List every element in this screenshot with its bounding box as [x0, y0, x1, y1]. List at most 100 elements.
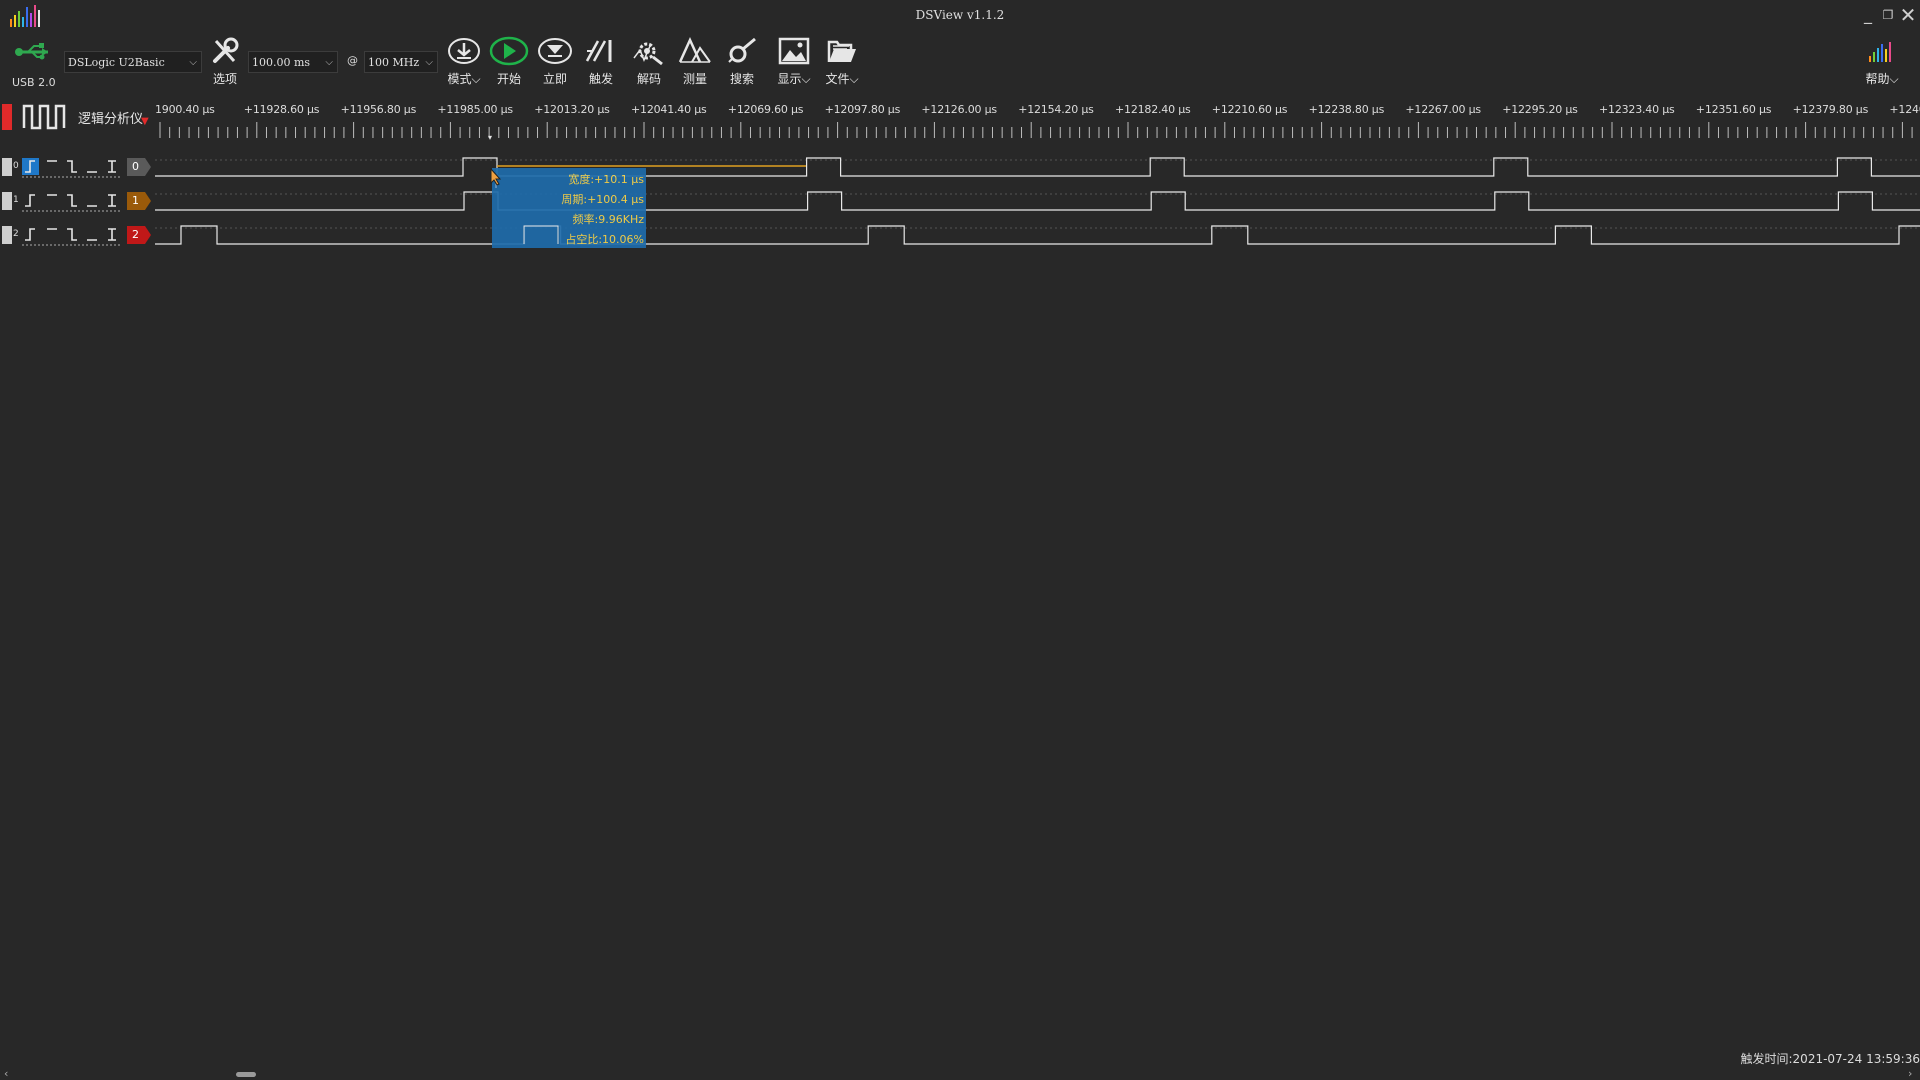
- chevron-down-icon: ⌵: [471, 72, 481, 86]
- ruler-label: +12041.40 μs: [631, 103, 707, 116]
- trigger-icon: [585, 40, 612, 62]
- ruler-label: +12069.60 μs: [727, 103, 804, 116]
- horizontal-scrollbar[interactable]: ‹ ›: [0, 1067, 1920, 1080]
- measure-frequency: 频率:9.96KHz: [572, 213, 644, 226]
- toolbar: USB 2.0 DSLogic U2Basic ⌵ 选项 100.00 ms ⌵…: [0, 30, 1920, 96]
- channel-waveform[interactable]: [155, 218, 1920, 252]
- display-button[interactable]: 显示⌵: [767, 30, 821, 96]
- ruler-label: +12351.60 μs: [1695, 103, 1772, 116]
- minimize-icon[interactable]: _: [1857, 4, 1879, 26]
- trigger-time-status: 触发时间:2021-07-24 13:59:36: [1740, 1052, 1920, 1066]
- time-ruler[interactable]: 逻辑分析仪 ▼ 1900.40 μs +11928.60 μs +11956.80 …: [0, 96, 1920, 144]
- usb-label: USB 2.0: [12, 76, 56, 89]
- channel-drag-handle[interactable]: [2, 192, 12, 210]
- ruler-label: +12267.00 μs: [1405, 103, 1481, 116]
- chevron-down-icon: ⌵: [849, 72, 859, 86]
- trigger-button[interactable]: 触发: [578, 30, 624, 96]
- measure-label: 测量: [682, 72, 707, 86]
- instant-button[interactable]: 立即: [532, 30, 578, 96]
- duration-select[interactable]: 100.00 ms ⌵: [248, 51, 338, 73]
- ruler-label: +12097.80 μs: [824, 103, 901, 116]
- start-button[interactable]: 开始: [486, 30, 532, 96]
- options-button[interactable]: 选项: [202, 30, 248, 96]
- ruler-label: +11985.00 μs: [437, 103, 513, 116]
- chevron-down-icon: ⌵: [189, 57, 197, 68]
- display-label-text: 显示: [777, 72, 802, 86]
- device-select[interactable]: DSLogic U2Basic ⌵: [64, 51, 202, 73]
- ruler-labels: 1900.40 μs +11928.60 μs +11956.80 μs +11985…: [0, 96, 1920, 116]
- channel-tag[interactable]: 2: [127, 226, 151, 244]
- decode-icon: [633, 42, 663, 66]
- restore-icon[interactable]: ❐: [1877, 4, 1899, 26]
- close-icon[interactable]: ✕: [1897, 4, 1919, 26]
- measure-button[interactable]: 测量: [672, 30, 718, 96]
- trigger-label: 触发: [588, 72, 613, 86]
- samplerate-select[interactable]: 100 MHz ⌵: [364, 51, 438, 73]
- options-label: 选项: [212, 72, 237, 86]
- measure-period: 周期:+100.4 μs: [561, 193, 644, 206]
- ruler-label: +12154.20 μs: [1018, 103, 1094, 116]
- mouse-pointer-icon: [490, 167, 502, 190]
- search-icon: [728, 37, 756, 63]
- scroll-thumb[interactable]: [236, 1072, 256, 1077]
- channel-row-2[interactable]: 22: [0, 218, 1920, 252]
- file-label: 文件⌵: [815, 70, 869, 87]
- title-bar: DSView v1.1.2 _ ❐ ✕: [0, 0, 1920, 30]
- samplerate-value: 100 MHz: [368, 56, 420, 69]
- channel-row-0[interactable]: 00: [0, 150, 1920, 184]
- help-logo-icon: [1869, 42, 1891, 62]
- channel-index: 2: [13, 229, 19, 239]
- channel-drag-handle[interactable]: [2, 158, 12, 176]
- scroll-left-icon[interactable]: ‹: [4, 1067, 8, 1080]
- ruler-ticks: [159, 122, 1913, 138]
- image-icon: [778, 37, 810, 65]
- help-button[interactable]: 帮助⌵: [1855, 30, 1909, 96]
- mode-label: 模式⌵: [438, 70, 490, 87]
- measure-duty: 占空比:10.06%: [565, 233, 644, 246]
- channel-index: 1: [13, 195, 19, 205]
- ruler-label: +12210.60 μs: [1211, 103, 1288, 116]
- mode-label-text: 模式: [447, 72, 472, 86]
- channel-row-1[interactable]: 11: [0, 184, 1920, 218]
- decode-button[interactable]: 解码: [626, 30, 672, 96]
- ruler-label: +12408: [1889, 103, 1920, 116]
- ruler-label: +12126.00 μs: [921, 103, 997, 116]
- channel-tag[interactable]: 1: [127, 192, 151, 210]
- measure-width: 宽度:+10.1 μs: [568, 173, 644, 186]
- ruler-label: +12295.20 μs: [1502, 103, 1578, 116]
- wrench-icon: [213, 37, 239, 63]
- instant-label: 立即: [542, 72, 567, 86]
- at-symbol: @: [347, 54, 358, 67]
- file-button[interactable]: 文件⌵: [815, 30, 869, 96]
- chevron-down-icon: ⌵: [801, 72, 811, 86]
- chevron-down-icon: ⌵: [1889, 72, 1899, 86]
- trigger-edge-icons[interactable]: [22, 190, 122, 212]
- channel-tag[interactable]: 0: [127, 158, 151, 176]
- search-button[interactable]: 搜索: [719, 30, 765, 96]
- measure-icon: [678, 36, 711, 63]
- channel-waveform[interactable]: [155, 184, 1920, 218]
- duration-value: 100.00 ms: [252, 56, 311, 69]
- channel-drag-handle[interactable]: [2, 226, 12, 244]
- ruler-label: 1900.40 μs: [155, 103, 215, 116]
- window-title: DSView v1.1.2: [915, 8, 1005, 22]
- download-icon: [448, 38, 480, 64]
- trigger-edge-icons[interactable]: [22, 224, 122, 246]
- usb-icon: [14, 42, 54, 66]
- chevron-down-icon: ⌵: [425, 57, 433, 68]
- ruler-label: +12238.80 μs: [1308, 103, 1385, 116]
- mode-button[interactable]: 模式⌵: [438, 30, 490, 96]
- trigger-edge-icons[interactable]: [22, 156, 122, 178]
- ruler-label: +12182.40 μs: [1115, 103, 1191, 116]
- channel-list: 001122: [0, 150, 1920, 260]
- ruler-label: +12323.40 μs: [1599, 103, 1675, 116]
- instant-icon: [538, 38, 572, 64]
- channel-waveform[interactable]: [155, 150, 1920, 184]
- scroll-right-icon[interactable]: ›: [1908, 1067, 1912, 1080]
- ruler-label: +12379.80 μs: [1792, 103, 1869, 116]
- folder-icon: [827, 40, 856, 62]
- chevron-down-icon: ⌵: [325, 57, 333, 68]
- decode-label: 解码: [636, 72, 661, 86]
- channel-index: 0: [13, 161, 19, 171]
- ruler-label: +11928.60 μs: [243, 103, 320, 116]
